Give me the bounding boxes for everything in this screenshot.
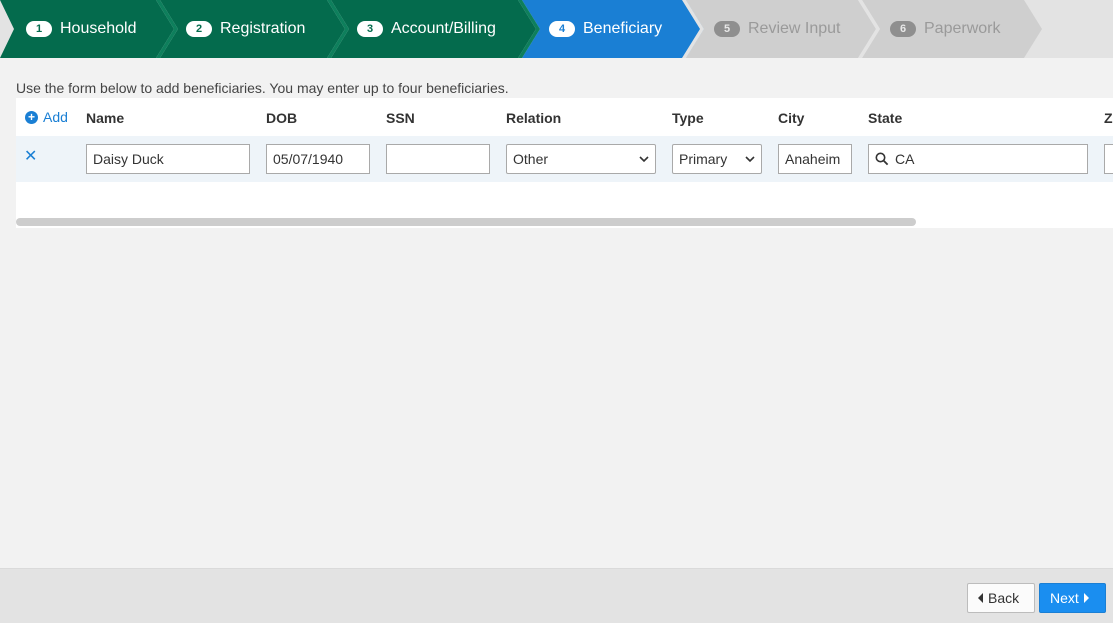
caret-left-icon bbox=[978, 593, 983, 603]
step-registration[interactable]: 2 Registration bbox=[160, 0, 345, 58]
city-input[interactable] bbox=[778, 144, 852, 174]
back-label: Back bbox=[988, 590, 1020, 606]
relation-value: Other bbox=[513, 151, 549, 167]
close-icon[interactable]: ✕ bbox=[24, 146, 37, 166]
step-review-input[interactable]: 5 Review Input bbox=[686, 0, 876, 58]
column-header-zip: Z bbox=[1104, 110, 1113, 126]
relation-select[interactable]: Other bbox=[506, 144, 656, 174]
step-label: Paperwork bbox=[924, 20, 1001, 37]
step-label: Registration bbox=[220, 20, 306, 37]
column-header-dob: DOB bbox=[266, 110, 298, 126]
step-number: 2 bbox=[186, 21, 212, 37]
caret-right-icon bbox=[1083, 593, 1089, 603]
step-label: Review Input bbox=[748, 20, 841, 37]
chevron-down-icon bbox=[639, 156, 649, 163]
step-number: 6 bbox=[890, 21, 916, 37]
step-label: Household bbox=[60, 20, 137, 37]
type-value: Primary bbox=[679, 151, 728, 167]
add-beneficiary-button[interactable]: + Add bbox=[25, 109, 68, 125]
step-number: 1 bbox=[26, 21, 52, 37]
state-value: CA bbox=[895, 151, 915, 167]
column-header-city: City bbox=[778, 110, 805, 126]
back-button[interactable]: Back bbox=[967, 583, 1035, 613]
search-icon bbox=[875, 152, 889, 166]
column-header-relation: Relation bbox=[506, 110, 562, 126]
step-beneficiary[interactable]: 4 Beneficiary bbox=[522, 0, 704, 58]
step-number: 5 bbox=[714, 21, 740, 37]
step-number: 3 bbox=[357, 21, 383, 37]
chevron-down-icon bbox=[745, 156, 755, 163]
next-button[interactable]: Next bbox=[1039, 583, 1106, 613]
horizontal-scrollbar[interactable] bbox=[16, 216, 1113, 228]
table-row: ✕ Other Primary CA bbox=[16, 136, 1113, 182]
step-label: Beneficiary bbox=[583, 20, 663, 37]
footer-bar: Back Next bbox=[0, 568, 1113, 623]
wizard-steps: 1 Household 2 Registration 3 Account/Bil… bbox=[0, 0, 1113, 58]
type-select[interactable]: Primary bbox=[672, 144, 762, 174]
zip-input[interactable] bbox=[1104, 144, 1113, 174]
next-label: Next bbox=[1050, 590, 1079, 606]
step-account-billing[interactable]: 3 Account/Billing bbox=[331, 0, 536, 58]
add-label: Add bbox=[43, 109, 68, 125]
intro-text: Use the form below to add beneficiaries.… bbox=[16, 80, 509, 96]
name-input[interactable] bbox=[86, 144, 250, 174]
step-number: 4 bbox=[549, 21, 575, 37]
column-header-type: Type bbox=[672, 110, 704, 126]
column-header-ssn: SSN bbox=[386, 110, 415, 126]
beneficiary-table: + Add Name DOB SSN Relation Type City St… bbox=[16, 98, 1113, 228]
state-search-field[interactable]: CA bbox=[868, 144, 1088, 174]
plus-circle-icon: + bbox=[25, 110, 38, 124]
ssn-input[interactable] bbox=[386, 144, 490, 174]
step-household[interactable]: 1 Household bbox=[0, 0, 174, 58]
scrollbar-thumb[interactable] bbox=[16, 218, 916, 226]
column-header-state: State bbox=[868, 110, 903, 126]
dob-input[interactable] bbox=[266, 144, 370, 174]
step-label: Account/Billing bbox=[391, 20, 496, 37]
step-paperwork[interactable]: 6 Paperwork bbox=[862, 0, 1042, 58]
table-header: + Add Name DOB SSN Relation Type City St… bbox=[16, 98, 1113, 136]
column-header-name: Name bbox=[86, 110, 125, 126]
